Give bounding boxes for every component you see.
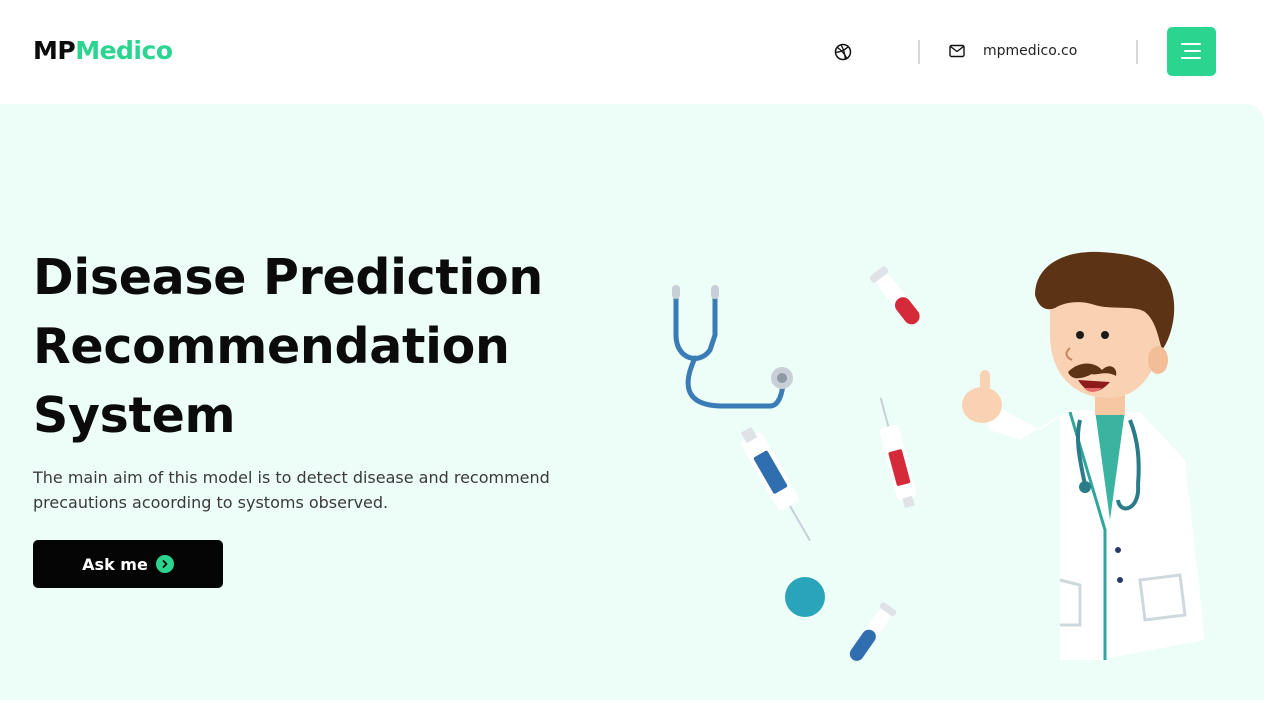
- hero-title-line: Recommendation: [33, 318, 510, 375]
- ask-me-button[interactable]: Ask me: [33, 540, 223, 588]
- email-link[interactable]: mpmedico.co: [983, 43, 1077, 59]
- logo-text-mp: MP: [33, 36, 76, 65]
- test-tube-icon: [869, 266, 920, 325]
- site-header: MPMedico mpmedico.co: [0, 0, 1267, 104]
- hero-title-line: System: [33, 387, 236, 444]
- hero-title-line: Disease Prediction: [33, 249, 543, 306]
- stethoscope-icon: [672, 285, 793, 409]
- menu-icon: [1181, 57, 1201, 59]
- syringe-icon: [879, 397, 917, 508]
- chevron-right-icon: [155, 555, 174, 573]
- hero-description: The main aim of this model is to detect …: [33, 468, 550, 512]
- ask-me-label: Ask me: [82, 554, 148, 574]
- pill-icon: [785, 577, 825, 617]
- logo[interactable]: MPMedico: [33, 36, 173, 65]
- doctor-illustration: [672, 251, 1205, 661]
- menu-icon: [1184, 50, 1201, 52]
- syringe-icon: [740, 426, 811, 542]
- mail-icon: [949, 44, 965, 58]
- dribbble-icon[interactable]: [834, 43, 852, 61]
- hero-title: Disease Prediction Recommendation System: [33, 243, 593, 450]
- header-divider: [1136, 40, 1138, 64]
- doctor-icon: [962, 251, 1205, 660]
- logo-text-medico: Medico: [75, 36, 173, 65]
- test-tube-icon: [849, 602, 897, 661]
- header-divider: [918, 40, 920, 64]
- menu-icon: [1181, 43, 1201, 45]
- menu-button[interactable]: [1167, 27, 1216, 76]
